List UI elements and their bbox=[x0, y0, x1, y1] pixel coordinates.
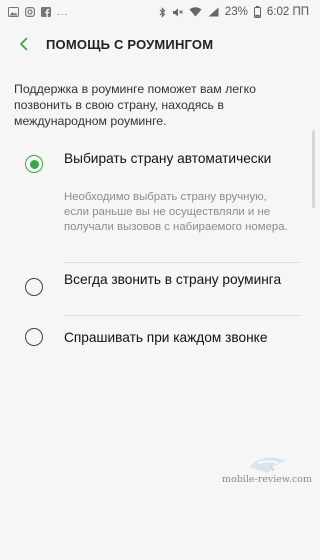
radio-auto-select-country[interactable] bbox=[25, 155, 43, 173]
watermark-text: mobile-review.com bbox=[222, 474, 312, 485]
radio-selected-dot bbox=[29, 159, 39, 169]
divider bbox=[64, 315, 300, 316]
option-always-call-roaming-country[interactable]: Всегда звонить в страну роуминга bbox=[0, 271, 315, 315]
mute-icon bbox=[172, 7, 183, 18]
page-title: ПОМОЩЬ С РОУМИНГОМ bbox=[46, 36, 214, 52]
option-auto-select-country[interactable]: Выбирать страну автоматически Необходимо… bbox=[0, 150, 315, 262]
status-bar-right: 23% 6:02 ПП bbox=[159, 6, 309, 18]
back-button[interactable] bbox=[0, 24, 44, 64]
radio-ask-every-call[interactable] bbox=[25, 328, 43, 346]
signal-icon bbox=[208, 7, 219, 17]
radio-always-call-roaming-country[interactable] bbox=[25, 278, 43, 296]
clock: 6:02 ПП bbox=[266, 6, 309, 18]
option-sublabel: Необходимо выбрать страну вручную, если … bbox=[64, 191, 288, 233]
scroll-edge-indicator bbox=[312, 130, 315, 208]
bluetooth-icon bbox=[159, 6, 166, 18]
battery-percent: 23% bbox=[224, 6, 248, 18]
back-arrow-icon bbox=[19, 37, 29, 51]
image-icon bbox=[8, 7, 19, 17]
option-label: Всегда звонить в страну роуминга bbox=[64, 272, 282, 287]
facebook-icon bbox=[41, 7, 51, 17]
status-bar-left: ... bbox=[8, 7, 68, 18]
wifi-icon bbox=[189, 7, 202, 17]
app-bar: ПОМОЩЬ С РОУМИНГОМ bbox=[0, 24, 315, 64]
option-label: Выбирать страну автоматически bbox=[64, 151, 272, 166]
roaming-description: Поддержка в роуминге поможет вам легко п… bbox=[14, 82, 256, 128]
more-notifications-indicator: ... bbox=[57, 6, 69, 18]
battery-icon bbox=[253, 6, 261, 18]
status-bar: ... 23% 6:02 ПП bbox=[0, 0, 315, 24]
option-label: Спрашивать при каждом звонке bbox=[64, 330, 268, 345]
instagram-icon bbox=[25, 7, 35, 17]
option-ask-every-call[interactable]: Спрашивать при каждом звонке bbox=[0, 328, 315, 352]
divider bbox=[64, 262, 300, 263]
